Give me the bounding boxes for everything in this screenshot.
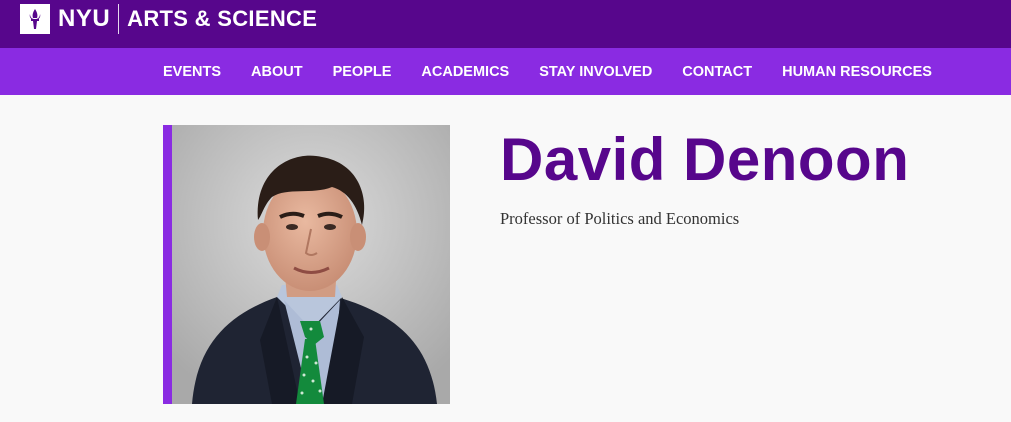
- site-header: NYU ARTS & SCIENCE: [0, 0, 1011, 48]
- nav-item-events[interactable]: EVENTS: [148, 64, 236, 80]
- nav-list: EVENTS ABOUT PEOPLE ACADEMICS STAY INVOL…: [148, 48, 947, 95]
- nav-item-academics[interactable]: ACADEMICS: [406, 64, 524, 80]
- nav-item-about[interactable]: ABOUT: [236, 64, 318, 80]
- photo-accent-bar: [163, 125, 172, 404]
- brand-divider: [118, 4, 120, 34]
- nav-item-stay-involved[interactable]: STAY INVOLVED: [524, 64, 667, 80]
- nav-item-human-resources[interactable]: HUMAN RESOURCES: [767, 64, 947, 80]
- brand-school-text: ARTS & SCIENCE: [127, 6, 318, 31]
- profile-photo-frame: [163, 125, 450, 404]
- nyu-arts-science-logo[interactable]: NYU ARTS & SCIENCE: [20, 3, 317, 35]
- profile-name: David Denoon: [500, 126, 910, 193]
- torch-icon: [20, 4, 50, 34]
- brand-nyu-text: NYU: [58, 5, 111, 32]
- nav-item-contact[interactable]: CONTACT: [667, 64, 767, 80]
- profile-title: Professor of Politics and Economics: [500, 209, 740, 228]
- profile-photo: [172, 125, 450, 404]
- main-navigation: EVENTS ABOUT PEOPLE ACADEMICS STAY INVOL…: [0, 48, 1011, 95]
- nav-item-people[interactable]: PEOPLE: [318, 64, 407, 80]
